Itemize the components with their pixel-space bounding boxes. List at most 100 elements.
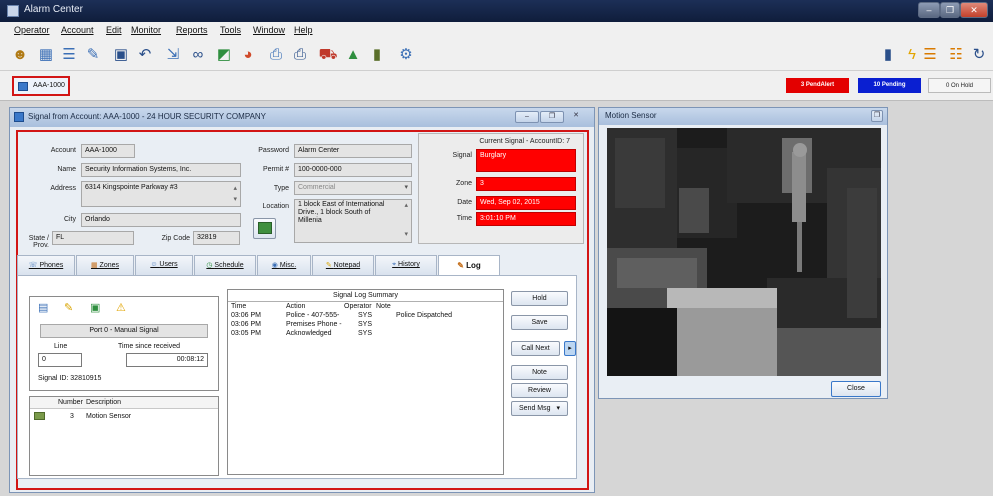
minimize-button[interactable]: – [918, 2, 940, 18]
note-button[interactable]: Note [511, 365, 568, 380]
name-field[interactable]: Security Information Systems, Inc. [81, 163, 241, 177]
print-icon[interactable]: ⎙ [290, 45, 310, 65]
signal-field[interactable]: Burglary [476, 149, 576, 172]
review-button[interactable]: Review [511, 383, 568, 398]
send-msg-button[interactable]: Send Msg ▾ [511, 401, 568, 416]
menu-window[interactable]: Window [253, 25, 285, 35]
save-icon[interactable]: ▣ [111, 45, 131, 65]
zone-row[interactable]: 3 Motion Sensor [30, 411, 218, 423]
operator-icon[interactable]: ☻ [10, 45, 30, 65]
map-icon[interactable]: ◩ [214, 45, 234, 65]
tab-history[interactable]: ⌖ History [375, 255, 437, 275]
report-icon[interactable]: ☷ [946, 45, 966, 65]
zone-field[interactable]: 3 [476, 177, 576, 191]
log-col-action: Action [286, 303, 306, 310]
edit-icon[interactable]: ✎ [83, 45, 103, 65]
signal-close-button[interactable]: ✕ [566, 111, 586, 123]
close-button[interactable]: ✕ [960, 2, 988, 18]
zip-label: Zip Code [161, 235, 190, 242]
password-field[interactable]: Alarm Center [294, 144, 412, 158]
account-label: Account [50, 147, 76, 154]
motion-close-icon[interactable]: ❐ [871, 110, 883, 122]
truck-icon[interactable]: ⛟ [318, 45, 338, 65]
date-field[interactable]: Wed, Sep 02, 2015 [476, 196, 576, 210]
tab-users[interactable]: ☺ Users [135, 255, 193, 275]
city-field[interactable]: Orlando [81, 213, 241, 227]
menu-edit[interactable]: Edit [106, 25, 122, 35]
account-tabs: ☏ Phones ▦ Zones ☺ Users ◷ Schedule ◉ Mi… [17, 255, 577, 276]
location-scroll-up-icon[interactable]: ▴ [404, 202, 408, 210]
menu-help[interactable]: Help [294, 25, 313, 35]
menu-bar: Operator Account Edit Monitor Reports To… [0, 22, 993, 39]
export-icon[interactable]: ⇲ [163, 45, 183, 65]
city-label: City [63, 216, 76, 223]
menu-account[interactable]: Account [61, 25, 94, 35]
save-button[interactable]: Save [511, 315, 568, 330]
log-row[interactable]: 03:06 PM Premises Phone - SYS [228, 321, 503, 330]
signal-maximize-button[interactable]: ❐ [540, 111, 564, 123]
list-view-icon[interactable]: ☰ [59, 45, 79, 65]
note-icon[interactable]: ✎ [64, 301, 73, 314]
menu-monitor[interactable]: Monitor [131, 25, 161, 35]
camera-image [607, 128, 881, 376]
print-preview-icon[interactable]: ⎙ [266, 45, 286, 65]
map-lookup-button[interactable] [253, 218, 276, 239]
location-value: 1 block East of International Drive., 1 … [298, 201, 385, 224]
location-scroll-down-icon[interactable]: ▾ [404, 231, 408, 239]
tab-schedule[interactable]: ◷ Schedule [194, 255, 256, 275]
log-row-operator: SYS [358, 312, 373, 319]
permit-field[interactable]: 100-0000-000 [294, 163, 412, 177]
tab-misc[interactable]: ◉ Misc. [257, 255, 311, 275]
settings-icon[interactable]: ⚙ [396, 45, 416, 65]
globe-icon[interactable]: ◕ [238, 45, 258, 65]
binoculars-icon[interactable]: ∞ [188, 45, 208, 65]
state-field[interactable]: FL [52, 231, 134, 245]
battery-icon[interactable]: ▮ [367, 45, 387, 65]
address-scroll-down-icon[interactable]: ▾ [233, 195, 237, 203]
calendar-icon[interactable]: ▦ [36, 45, 56, 65]
dispatch-icon[interactable]: ▲ [343, 45, 363, 65]
log-row-time: 03:06 PM [231, 321, 261, 328]
tab-zones[interactable]: ▦ Zones [76, 255, 134, 275]
queue-icon[interactable]: ☰ [920, 45, 940, 65]
document-icon[interactable]: ▤ [38, 301, 48, 314]
log-row[interactable]: 03:05 PM Acknowledged SYS [228, 330, 503, 339]
time-since-field: 00:08:12 [126, 353, 208, 367]
location-field[interactable]: 1 block East of International Drive., 1 … [294, 199, 412, 243]
tab-log[interactable]: ✎ Log [438, 255, 500, 276]
pending-badge[interactable]: 10 Pending [858, 78, 921, 93]
undo-icon[interactable]: ↶ [135, 45, 155, 65]
phone-icon[interactable]: ▮ [878, 45, 898, 65]
on-hold-badge[interactable]: 0 On Hold [928, 78, 991, 93]
menu-operator[interactable]: Operator [14, 25, 50, 35]
type-select[interactable]: Commercial ▾ [294, 181, 412, 195]
log-row-action: Acknowledged [286, 330, 332, 337]
lightning-icon[interactable]: ϟ [902, 45, 922, 65]
tab-phones[interactable]: ☏ Phones [17, 255, 75, 275]
call-next-button[interactable]: Call Next [511, 341, 560, 356]
motion-close-button[interactable]: Close [831, 381, 881, 397]
address-field[interactable]: 6314 Kingspointe Parkway #3 ▴ ▾ [81, 181, 241, 207]
tab-notepad[interactable]: ✎ Notepad [312, 255, 374, 275]
warning-icon[interactable]: ⚠ [116, 301, 126, 314]
type-dropdown-icon[interactable]: ▾ [404, 183, 408, 191]
call-next-arrow-button[interactable]: ▸ [564, 341, 576, 356]
time-field[interactable]: 3:01:10 PM [476, 212, 576, 226]
zip-field[interactable]: 32819 [193, 231, 240, 245]
account-field[interactable]: AAA-1000 [81, 144, 135, 158]
address-value: 6314 Kingspointe Parkway #3 [85, 184, 178, 191]
refresh-icon[interactable]: ↻ [969, 45, 989, 65]
checklist-icon[interactable]: ▣ [90, 301, 100, 314]
hold-button[interactable]: Hold [511, 291, 568, 306]
account-tab[interactable]: AAA-1000 [12, 76, 70, 96]
pending-alerts-badge[interactable]: 3 PendAlert [786, 78, 849, 93]
name-label: Name [57, 166, 76, 173]
maximize-button[interactable]: ❐ [940, 2, 960, 18]
menu-tools[interactable]: Tools [220, 25, 241, 35]
phone-tab-icon: ☏ [28, 262, 40, 269]
menu-reports[interactable]: Reports [176, 25, 208, 35]
signal-minimize-button[interactable]: – [515, 111, 539, 123]
log-row[interactable]: 03:06 PM Police - 407-555- SYS Police Di… [228, 312, 503, 321]
signal-label: Signal [452, 152, 472, 159]
time-since-label: Time since received [118, 343, 180, 350]
